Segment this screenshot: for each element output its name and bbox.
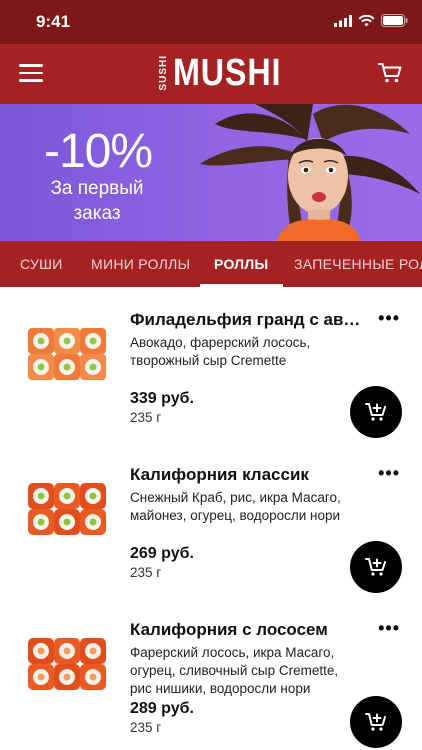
promo-subtitle-line1: За первый [50, 178, 144, 199]
roll-image [28, 328, 106, 380]
product-name[interactable]: Калифорния с лососем [130, 620, 370, 640]
product-card[interactable]: Калифорния с лососем ••• Фарерский лосос… [0, 596, 422, 750]
cart-plus-icon [365, 713, 386, 731]
product-price: 269 руб. [130, 545, 194, 562]
product-name[interactable]: Калифорния классик [130, 465, 370, 485]
tab-baked-rolls[interactable]: ЗАПЕЧЕННЫЕ РОЛЛЫ [294, 241, 422, 287]
promo-photo [200, 104, 420, 241]
product-weight: 235 г [130, 410, 162, 425]
product-weight: 235 г [130, 565, 162, 580]
category-tabs: СУШИ МИНИ РОЛЛЫ РОЛЛЫ ЗАПЕЧЕННЫЕ РОЛЛЫ [0, 241, 422, 287]
more-dots-icon[interactable]: ••• [378, 618, 400, 639]
promo-discount: -10% [44, 125, 153, 178]
roll-image [28, 483, 106, 535]
brand-logo: SUSHI MUSHI [158, 52, 300, 94]
tab-rolls[interactable]: РОЛЛЫ [200, 241, 282, 287]
promo-banner[interactable]: -10% За первый заказ [0, 104, 422, 241]
status-time: 9:41 [36, 12, 71, 31]
status-bar: 9:41 [0, 0, 422, 44]
product-description: Фарерский лосось, икра Масаго, огурец, с… [130, 645, 339, 696]
promo-subtitle-line2: заказ [73, 203, 121, 224]
add-to-cart-button[interactable] [350, 696, 402, 748]
roll-image [28, 638, 106, 690]
system-icons [334, 14, 408, 27]
product-card[interactable]: Филадельфия гранд с авокадо ••• Авокадо,… [0, 286, 422, 441]
more-dots-icon[interactable]: ••• [378, 463, 400, 484]
cart-plus-icon [365, 558, 386, 576]
hamburger-icon[interactable] [19, 64, 43, 84]
battery-icon [381, 14, 408, 27]
cart-icon[interactable] [378, 62, 402, 84]
promo-subtitle: За первый заказ [22, 176, 172, 226]
product-card[interactable]: Калифорния классик ••• Снежный Краб, рис… [0, 441, 422, 596]
tab-sushi[interactable]: СУШИ [20, 241, 63, 287]
product-price: 339 руб. [130, 390, 194, 407]
product-weight: 235 г [130, 720, 162, 735]
app-header: SUSHI MUSHI [0, 44, 422, 104]
tab-mini-rolls[interactable]: МИНИ РОЛЛЫ [91, 241, 190, 287]
add-to-cart-button[interactable] [350, 541, 402, 593]
cart-plus-icon [365, 403, 386, 421]
product-price: 289 руб. [130, 700, 194, 717]
more-dots-icon[interactable]: ••• [378, 308, 400, 329]
add-to-cart-button[interactable] [350, 386, 402, 438]
logo-big-text: MUSHI [173, 51, 282, 94]
product-name[interactable]: Филадельфия гранд с авокадо [130, 310, 370, 330]
product-description: Авокадо, фарерский лосось, творожный сыр… [130, 335, 311, 368]
wifi-icon [358, 14, 375, 26]
signal-icon [334, 14, 352, 27]
product-description: Снежный Краб, рис, икра Масаго, майонез,… [130, 490, 341, 523]
logo-small-text: SUSHI [158, 55, 169, 91]
